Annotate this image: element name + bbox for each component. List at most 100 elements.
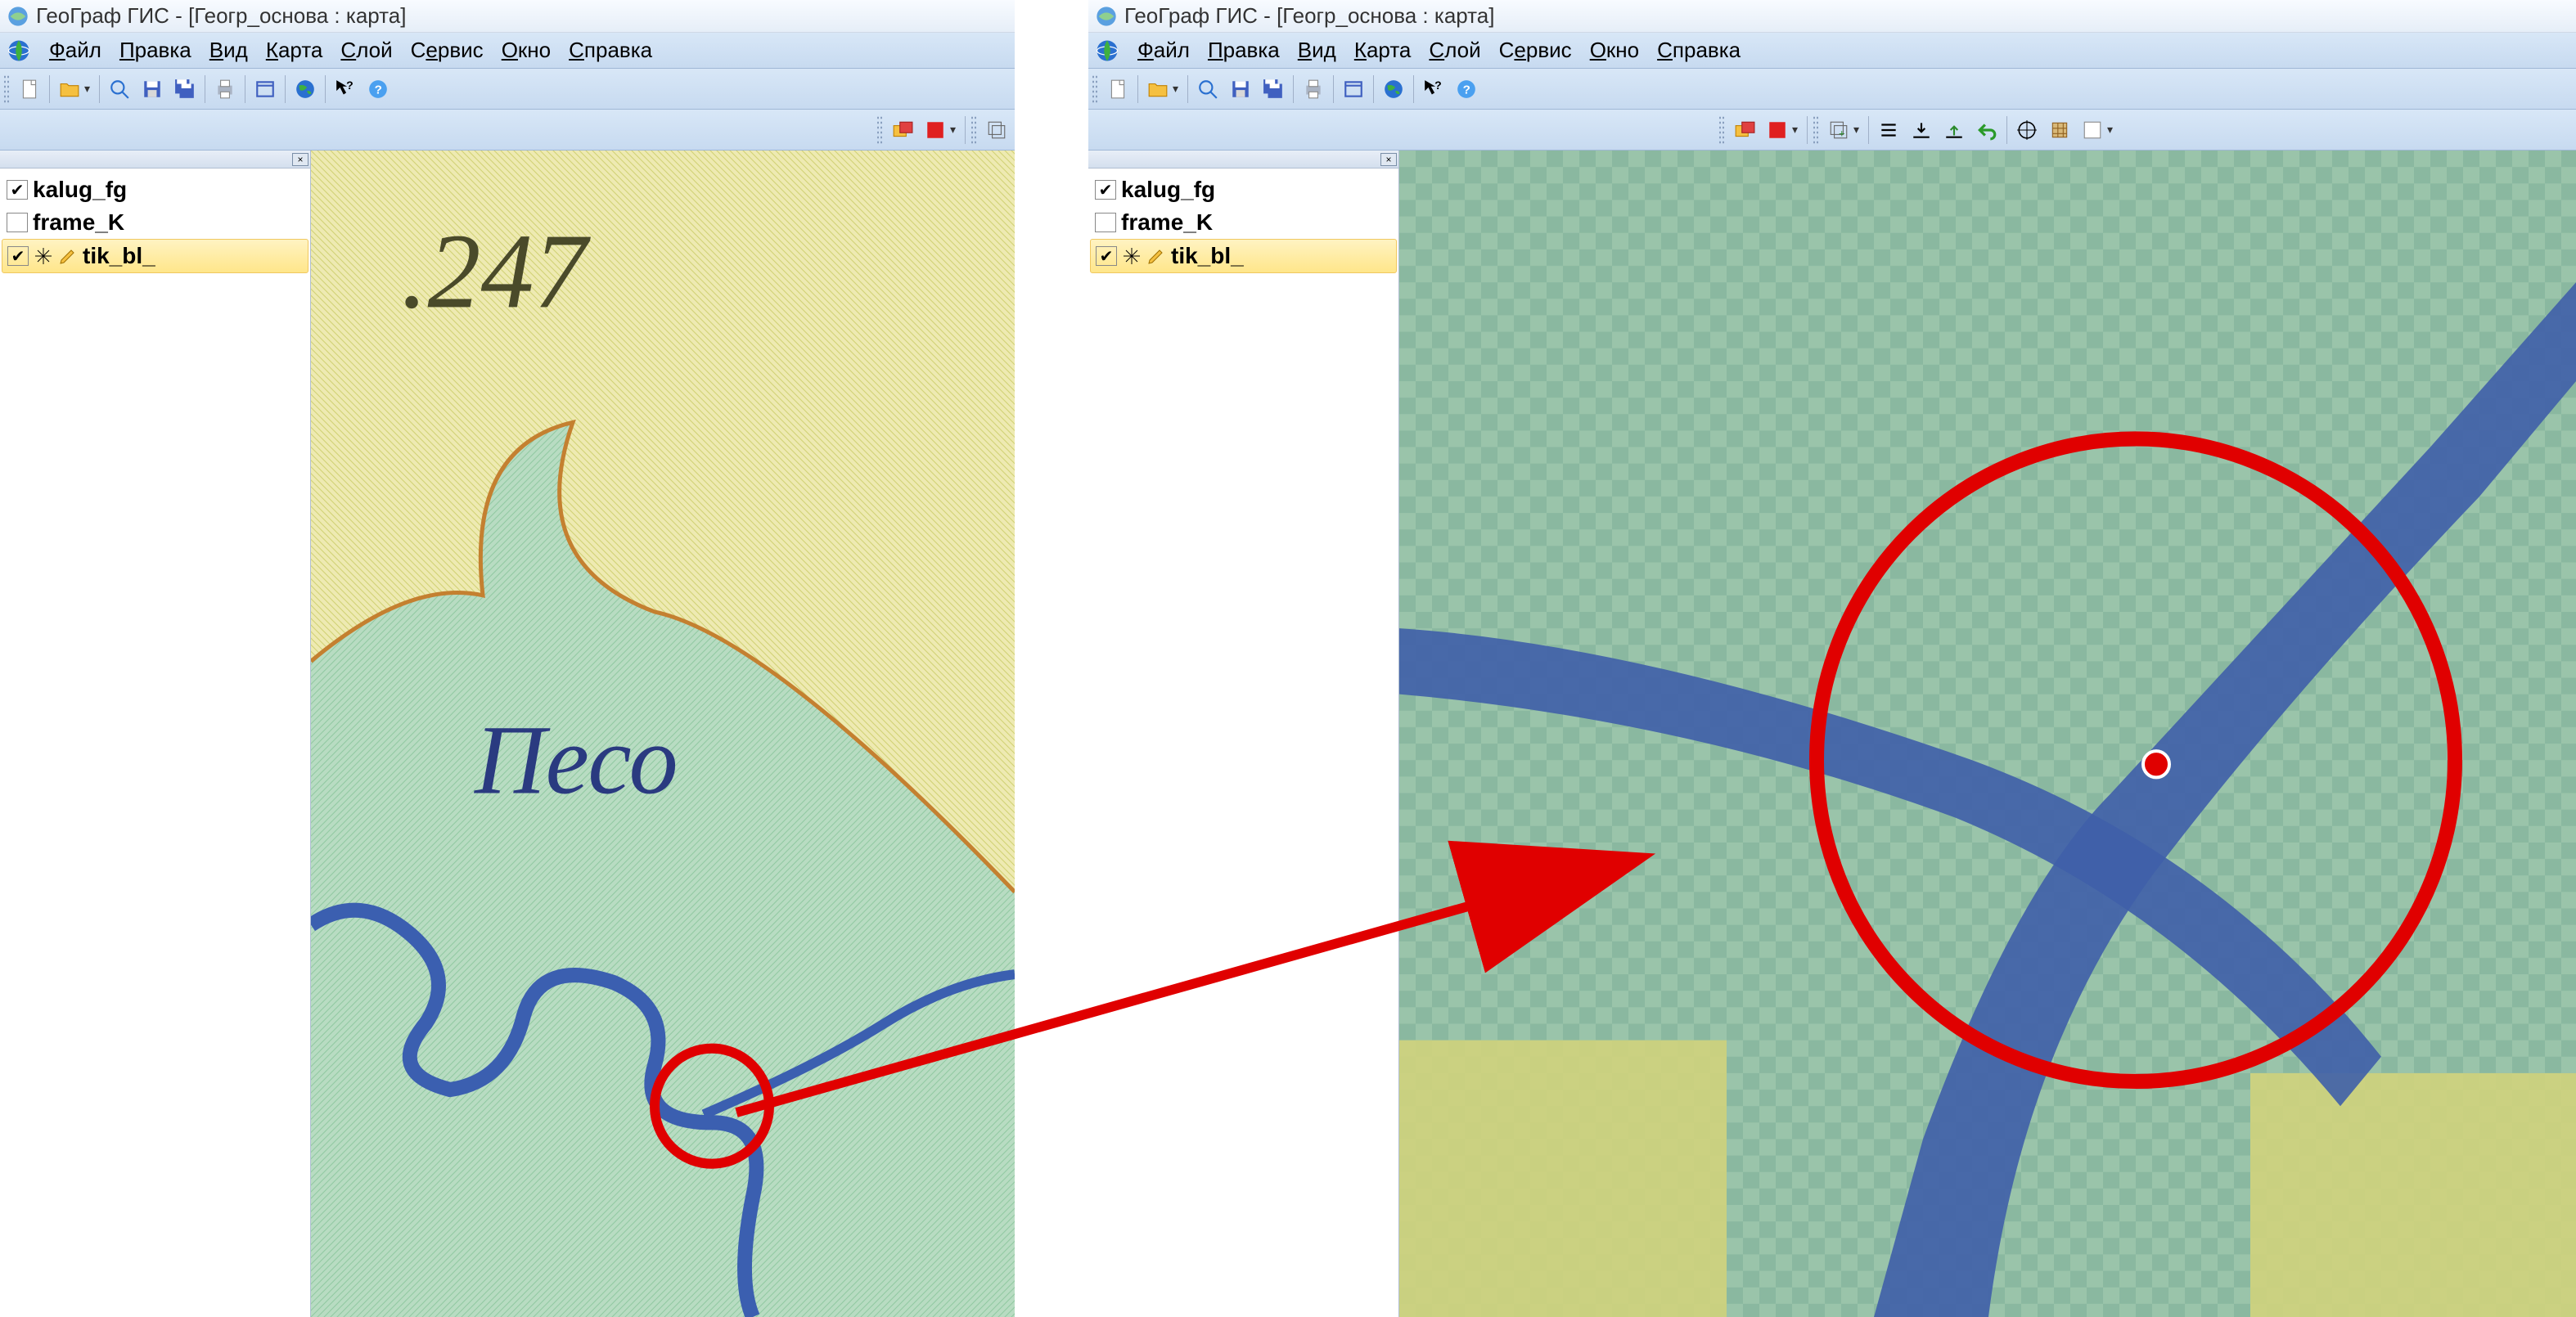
menu-view[interactable]: Вид xyxy=(209,38,248,63)
save-all-button[interactable] xyxy=(1259,74,1288,104)
menu-file[interactable]: Файл xyxy=(49,38,101,63)
menu-file[interactable]: Файл xyxy=(1137,38,1190,63)
layer-checkbox[interactable] xyxy=(1095,213,1116,232)
panel-close-button[interactable]: × xyxy=(1380,153,1397,166)
help-round-button[interactable]: ? xyxy=(363,74,393,104)
layer-row[interactable]: frame_K xyxy=(1090,206,1397,239)
pencil-icon xyxy=(1146,246,1166,266)
layers-button[interactable] xyxy=(982,115,1011,145)
window-title: ГеоГраф ГИС - [Геогр_основа : карта] xyxy=(1124,3,1494,29)
save-button[interactable] xyxy=(137,74,167,104)
layer-name: frame_K xyxy=(33,209,124,236)
layer-name: kalug_fg xyxy=(1121,177,1215,203)
zoom-button[interactable] xyxy=(1193,74,1223,104)
main-toolbar: ? ? xyxy=(1088,69,2576,110)
layer-name: kalug_fg xyxy=(33,177,127,203)
digitized-point xyxy=(2143,751,2169,777)
save-button[interactable] xyxy=(1226,74,1255,104)
menu-layer[interactable]: Слой xyxy=(1429,38,1480,63)
main-toolbar: ? ? xyxy=(0,69,1015,110)
menu-layer[interactable]: Слой xyxy=(340,38,392,63)
fill-color-button[interactable] xyxy=(921,115,960,145)
svg-text:?: ? xyxy=(1434,79,1442,92)
globe-icon[interactable] xyxy=(1095,38,1119,63)
toolbar-grip[interactable] xyxy=(3,74,10,104)
earth-button[interactable] xyxy=(1379,74,1408,104)
svg-text:Песо: Песо xyxy=(474,706,678,815)
layer-color-button[interactable] xyxy=(1730,115,1759,145)
menu-edit[interactable]: Правка xyxy=(119,38,191,63)
menu-view[interactable]: Вид xyxy=(1298,38,1336,63)
menu-service[interactable]: Сервис xyxy=(1499,38,1572,63)
layer-checkbox[interactable] xyxy=(1096,246,1117,266)
layer-row[interactable]: tik_bl_ xyxy=(1090,239,1397,273)
layer-checkbox[interactable] xyxy=(7,180,28,200)
menu-window[interactable]: Окно xyxy=(502,38,551,63)
menubar: Файл Правка Вид Карта Слой Сервис Окно С… xyxy=(0,33,1015,69)
new-button[interactable] xyxy=(1103,74,1133,104)
layer-list: kalug_fg frame_K tik_bl_ xyxy=(1088,169,1398,278)
window-button[interactable] xyxy=(250,74,280,104)
align-top-button[interactable] xyxy=(1939,115,1969,145)
save-all-button[interactable] xyxy=(170,74,200,104)
empty-rect-button[interactable] xyxy=(2078,115,2117,145)
panel-close-button[interactable]: × xyxy=(292,153,308,166)
svg-text:.247: .247 xyxy=(401,213,591,331)
help-round-button[interactable]: ? xyxy=(1452,74,1481,104)
help-arrow-button[interactable]: ? xyxy=(331,74,360,104)
svg-text:?: ? xyxy=(346,79,354,92)
layer-name: frame_K xyxy=(1121,209,1213,236)
layer-checkbox[interactable] xyxy=(1095,180,1116,200)
toolbar-grip[interactable] xyxy=(1092,74,1098,104)
app-icon xyxy=(7,5,29,28)
menu-map[interactable]: Карта xyxy=(1354,38,1412,63)
layer-row[interactable]: tik_bl_ xyxy=(2,239,308,273)
menu-service[interactable]: Сервис xyxy=(411,38,484,63)
layers-button[interactable]: + xyxy=(1824,115,1863,145)
help-arrow-button[interactable]: ? xyxy=(1419,74,1448,104)
menubar: Файл Правка Вид Карта Слой Сервис Окно С… xyxy=(1088,33,2576,69)
layer-checkbox[interactable] xyxy=(7,213,28,232)
layer-row[interactable]: kalug_fg xyxy=(2,173,308,206)
svg-text:?: ? xyxy=(1463,83,1470,97)
globe-icon[interactable] xyxy=(7,38,31,63)
menu-edit[interactable]: Правка xyxy=(1208,38,1280,63)
menu-window[interactable]: Окно xyxy=(1590,38,1639,63)
map-canvas-right[interactable] xyxy=(1399,151,2576,1317)
layer-checkbox[interactable] xyxy=(7,246,29,266)
layer-row[interactable]: frame_K xyxy=(2,206,308,239)
fill-color-button[interactable] xyxy=(1763,115,1802,145)
earth-button[interactable] xyxy=(290,74,320,104)
layer-name: tik_bl_ xyxy=(1171,243,1244,269)
align-left-button[interactable] xyxy=(1874,115,1903,145)
toolbar-grip[interactable] xyxy=(876,115,883,145)
layer-row[interactable]: kalug_fg xyxy=(1090,173,1397,206)
pencil-icon xyxy=(58,246,78,266)
toolbar-grip[interactable] xyxy=(1718,115,1725,145)
toolbar-grip[interactable] xyxy=(1813,115,1819,145)
grid-button[interactable] xyxy=(2045,115,2074,145)
secondary-toolbar xyxy=(0,110,1015,151)
undo-button[interactable] xyxy=(1972,115,2002,145)
open-button[interactable] xyxy=(55,74,94,104)
layer-color-button[interactable] xyxy=(888,115,917,145)
open-button[interactable] xyxy=(1143,74,1182,104)
toolbar-grip[interactable] xyxy=(971,115,977,145)
print-button[interactable] xyxy=(1299,74,1328,104)
menu-help[interactable]: Справка xyxy=(1657,38,1741,63)
window-title: ГеоГраф ГИС - [Геогр_основа : карта] xyxy=(36,3,406,29)
new-button[interactable] xyxy=(15,74,44,104)
zoom-button[interactable] xyxy=(105,74,134,104)
align-bottom-button[interactable] xyxy=(1907,115,1936,145)
print-button[interactable] xyxy=(210,74,240,104)
layers-panel: × kalug_fg frame_K tik_bl_ xyxy=(1088,151,1399,1317)
svg-text:?: ? xyxy=(375,83,382,97)
target-button[interactable] xyxy=(2012,115,2042,145)
sparkle-icon xyxy=(34,246,53,266)
window-button[interactable] xyxy=(1339,74,1368,104)
menu-help[interactable]: Справка xyxy=(569,38,652,63)
layer-list: kalug_fg frame_K tik_bl_ xyxy=(0,169,310,278)
titlebar: ГеоГраф ГИС - [Геогр_основа : карта] xyxy=(1088,0,2576,33)
map-canvas-left[interactable]: .247 Песо xyxy=(311,151,1015,1317)
menu-map[interactable]: Карта xyxy=(266,38,323,63)
